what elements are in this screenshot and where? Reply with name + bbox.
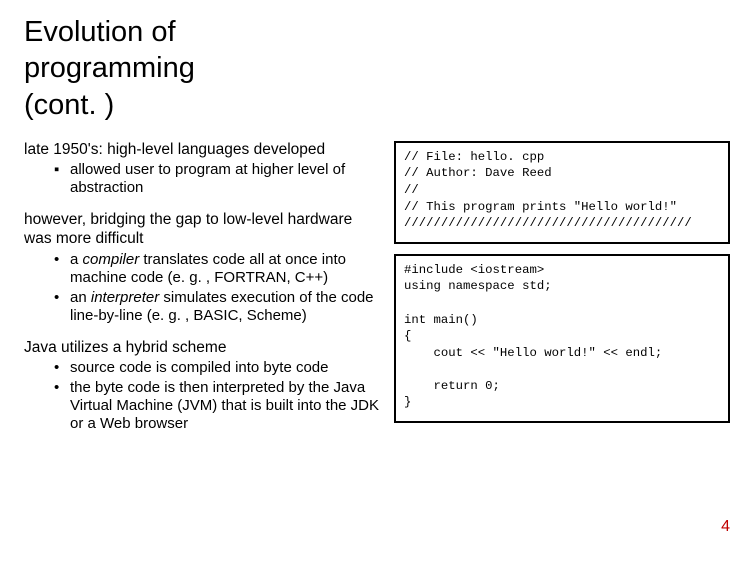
content-columns: late 1950's: high-level languages develo… <box>24 141 732 447</box>
list-item: source code is compiled into byte code <box>54 359 380 377</box>
bullet-item: allowed user to program at higher level … <box>54 161 380 197</box>
code-box-body: #include <iostream> using namespace std;… <box>394 254 730 423</box>
emphasis-interpreter: interpreter <box>91 289 159 306</box>
text-pre: an <box>70 289 91 306</box>
page-number: 4 <box>721 518 730 536</box>
text-pre: a <box>70 251 83 268</box>
dot-list-1: a compiler translates code all at once i… <box>24 251 380 325</box>
emphasis-compiler: compiler <box>83 251 140 268</box>
list-item: the byte code is then interpreted by the… <box>54 379 380 433</box>
right-column: // File: hello. cpp // Author: Dave Reed… <box>394 141 730 447</box>
paragraph-2: however, bridging the gap to low-level h… <box>24 211 380 248</box>
slide-title: Evolution of programming (cont. ) <box>24 14 732 123</box>
left-column: late 1950's: high-level languages develo… <box>24 141 380 447</box>
dot-list-2: source code is compiled into byte code t… <box>24 359 380 433</box>
paragraph-1: late 1950's: high-level languages develo… <box>24 141 380 160</box>
bullet-list-1: allowed user to program at higher level … <box>24 161 380 197</box>
list-item: a compiler translates code all at once i… <box>54 251 380 287</box>
list-item: an interpreter simulates execution of th… <box>54 289 380 325</box>
code-box-header: // File: hello. cpp // Author: Dave Reed… <box>394 141 730 244</box>
paragraph-3: Java utilizes a hybrid scheme <box>24 339 380 358</box>
